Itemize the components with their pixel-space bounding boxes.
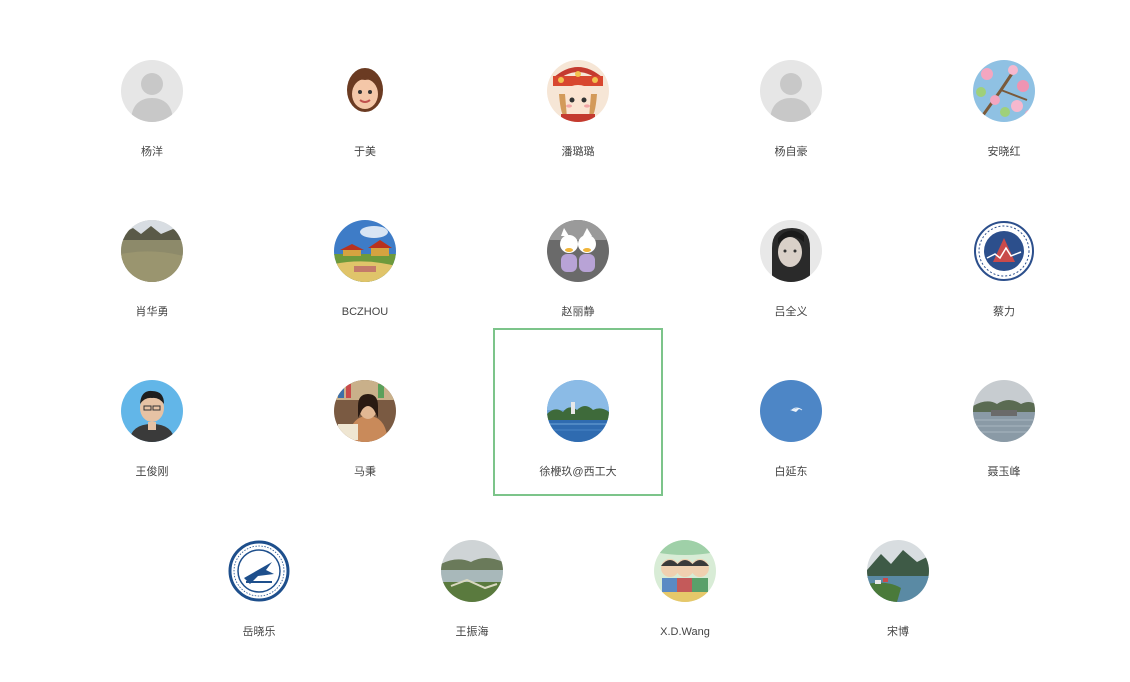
plush-toys-avatar xyxy=(547,220,609,282)
woman-portrait-avatar xyxy=(760,220,822,282)
contact-card-wang-zhenhai[interactable]: 王振海 xyxy=(387,488,557,656)
contact-name: 安晓红 xyxy=(987,146,1021,158)
contact-name: X.D.Wang xyxy=(660,626,710,638)
contact-card-bczhou[interactable]: BCZHOU xyxy=(280,168,450,336)
blue-sky-avatar xyxy=(760,380,822,442)
contact-name: 聂玉峰 xyxy=(987,466,1021,478)
contact-card-xu-pianjiu-selected[interactable]: 徐楩玖@西工大 xyxy=(493,328,663,496)
woman-reading-avatar xyxy=(334,380,396,442)
contact-card-wang-jungang[interactable]: 王俊刚 xyxy=(67,328,237,496)
contact-card-xd-wang[interactable]: X.D.Wang xyxy=(600,488,770,656)
contact-name: 白延东 xyxy=(774,466,808,478)
river-scene-avatar xyxy=(973,380,1035,442)
lake-scene-avatar xyxy=(547,380,609,442)
contact-name: 潘璐璐 xyxy=(561,146,595,158)
contact-name: 杨洋 xyxy=(141,146,163,158)
contact-card-yue-xiaole[interactable]: 岳晓乐 xyxy=(174,488,344,656)
contact-name: 蔡力 xyxy=(993,306,1015,318)
cartoon-kids-avatar xyxy=(654,540,716,602)
contact-card-bai-yandong[interactable]: 白延东 xyxy=(706,328,876,496)
cartoon-headdress-avatar xyxy=(547,60,609,122)
contact-card-ma-bing[interactable]: 马秉 xyxy=(280,328,450,496)
contact-card-an-xiaohong[interactable]: 安晓红 xyxy=(919,8,1089,176)
cartoon-girl-avatar xyxy=(334,60,396,122)
contact-card-cai-li[interactable]: 蔡力 xyxy=(919,168,1089,336)
contact-card-pan-lulu[interactable]: 潘璐璐 xyxy=(493,8,663,176)
contact-name: 肖华勇 xyxy=(135,306,169,318)
contact-name: 徐楩玖@西工大 xyxy=(539,466,617,478)
contact-name: 马秉 xyxy=(354,466,376,478)
university-seal-avatar xyxy=(228,540,290,602)
grass-field-avatar xyxy=(121,220,183,282)
contact-card-song-bo[interactable]: 宋博 xyxy=(813,488,983,656)
contact-name: 吕全义 xyxy=(774,306,808,318)
contact-name: 于美 xyxy=(354,146,376,158)
contact-name: 王振海 xyxy=(455,626,489,638)
contact-card-nie-yufeng[interactable]: 聂玉峰 xyxy=(919,328,1089,496)
contact-card-yu-mei[interactable]: 于美 xyxy=(280,8,450,176)
contact-card-zhao-lijing[interactable]: 赵丽静 xyxy=(493,168,663,336)
round-emblem-avatar xyxy=(973,220,1035,282)
contact-name: BCZHOU xyxy=(341,306,389,318)
contact-grid: 杨洋 于美 潘璐璐 杨自豪 安晓红 肖华勇 BCZHOU 赵丽静 吕全义 蔡力 … xyxy=(0,0,1130,682)
contact-name: 宋博 xyxy=(887,626,909,638)
contact-name: 赵丽静 xyxy=(561,306,595,318)
contact-card-yang-zihao[interactable]: 杨自豪 xyxy=(706,8,876,176)
garden-lake-avatar xyxy=(441,540,503,602)
contact-card-xiao-huayong[interactable]: 肖华勇 xyxy=(67,168,237,336)
default-avatar-icon xyxy=(760,60,822,122)
mountain-lake-avatar xyxy=(867,540,929,602)
contact-card-yang-yang[interactable]: 杨洋 xyxy=(67,8,237,176)
flower-branch-avatar xyxy=(973,60,1035,122)
contact-name: 岳晓乐 xyxy=(242,626,276,638)
default-avatar-icon xyxy=(121,60,183,122)
contact-name: 王俊刚 xyxy=(135,466,169,478)
temple-landscape-avatar xyxy=(334,220,396,282)
contact-name: 杨自豪 xyxy=(774,146,808,158)
contact-card-lv-quanyi[interactable]: 吕全义 xyxy=(706,168,876,336)
man-portrait-avatar xyxy=(121,380,183,442)
